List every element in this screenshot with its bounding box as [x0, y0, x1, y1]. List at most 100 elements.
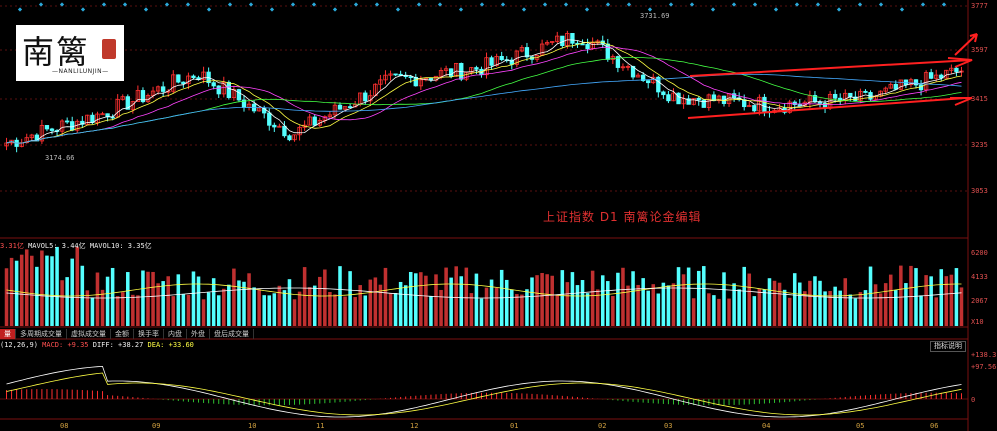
candle-body: [676, 92, 681, 105]
tab-amount[interactable]: 金额: [111, 329, 134, 339]
volume-bar: [924, 275, 928, 326]
volume-bar: [858, 292, 863, 326]
candle-body: [666, 94, 671, 102]
date-tick: 06: [930, 422, 939, 430]
macd-legend: (12,26,9) MACD: +9.35 DIFF: +38.27 DEA: …: [0, 341, 194, 349]
low-annotation: 3174.66: [45, 154, 75, 162]
volume-bar: [414, 273, 418, 326]
date-tick: 03: [664, 422, 673, 430]
volume-bar: [631, 271, 635, 326]
date-tick: 12: [410, 422, 419, 430]
volume-bar: [691, 298, 696, 326]
tab-virtual-volume[interactable]: 虚拟成交量: [67, 329, 111, 339]
volume-bar: [888, 274, 893, 326]
volume-bar: [105, 276, 110, 326]
volume-bar: [570, 272, 575, 326]
signal-marker: [710, 7, 716, 12]
signal-marker: [521, 7, 527, 12]
volume-bar: [585, 293, 590, 326]
candle-body: [49, 128, 55, 131]
tab-after-hours-volume[interactable]: 盘后成交量: [210, 329, 254, 339]
volume-bar: [494, 287, 499, 326]
signal-marker: [332, 7, 338, 12]
price-chart[interactable]: [0, 0, 997, 431]
volume-legend: 3.31亿 MAVOL5: 3.44亿 MAVOL10: 3.35亿: [0, 241, 152, 251]
tab-outer[interactable]: 外盘: [187, 329, 210, 339]
date-tick: 11: [316, 422, 325, 430]
candle-body: [762, 96, 767, 113]
volume-bar: [833, 286, 837, 326]
volume-bar: [560, 270, 565, 326]
moving-average-line: [6, 39, 962, 144]
volume-bar: [515, 294, 519, 326]
tab-inner[interactable]: 内盘: [164, 329, 187, 339]
volume-bar: [722, 272, 726, 326]
vol-tick: X10: [971, 318, 984, 326]
volume-bar: [661, 282, 666, 326]
volume-bar: [636, 284, 640, 326]
signal-marker: [206, 7, 212, 12]
candle-body: [661, 91, 666, 96]
volume-bar: [803, 291, 807, 326]
volume-bar: [606, 281, 610, 326]
volume-bar: [156, 283, 160, 326]
volume-bar: [686, 267, 691, 326]
logo-subtitle: —NANLILUNJIN—: [52, 68, 109, 75]
candle-body: [752, 105, 757, 112]
volume-bar: [287, 279, 292, 326]
signal-marker: [647, 7, 653, 12]
volume-bar: [555, 294, 560, 326]
volume-bar: [90, 297, 95, 326]
volume-bar: [429, 296, 433, 326]
candle-body: [272, 124, 277, 128]
candle-body: [701, 99, 706, 108]
macd-tick: +138.3: [971, 351, 997, 359]
signal-marker: [17, 7, 23, 12]
signal-marker: [584, 7, 590, 12]
volume-bar: [813, 276, 817, 326]
logo-text: 南篱: [22, 33, 91, 71]
macd-diff-line: [6, 365, 962, 418]
volume-bar: [267, 295, 272, 326]
volume-bar: [338, 266, 342, 326]
date-tick: 10: [248, 422, 257, 430]
date-tick: 02: [598, 422, 607, 430]
volume-bar: [30, 255, 34, 326]
vol-tick: 6200: [971, 249, 988, 257]
volume-bar: [777, 282, 782, 326]
volume-bar: [257, 289, 261, 326]
candle-body: [448, 68, 454, 77]
chart-watermark: 上证指数 D1 南篱论金编辑: [543, 210, 702, 224]
candle-body: [646, 80, 651, 84]
signal-marker: [773, 7, 779, 12]
volume-bar: [611, 296, 615, 326]
volume-bar: [767, 278, 772, 326]
volume-bar: [166, 276, 170, 326]
signal-marker: [353, 2, 359, 7]
indicator-help-button[interactable]: 指标说明: [930, 341, 966, 352]
vol-value: 3.31亿: [0, 242, 24, 250]
volume-bar: [110, 267, 115, 326]
volume-bar: [899, 265, 903, 326]
volume-bar: [206, 292, 211, 326]
volume-bar: [853, 298, 858, 326]
candle-body: [408, 76, 413, 79]
volume-bar: [929, 276, 933, 326]
volume-bar: [798, 282, 802, 326]
price-tick: 3235: [971, 141, 988, 149]
signal-marker: [878, 2, 884, 7]
volume-bar: [651, 284, 656, 326]
tab-volume[interactable]: 量: [0, 329, 16, 339]
volume-bar: [676, 267, 681, 326]
candle-body: [413, 76, 418, 87]
volume-bar: [717, 298, 721, 326]
tab-multi-period-volume[interactable]: 多周期成交量: [16, 329, 67, 339]
volume-bar: [727, 298, 731, 326]
candle-body: [474, 67, 479, 70]
volume-bar: [525, 289, 529, 326]
signal-marker: [899, 7, 905, 12]
candle-body: [226, 81, 232, 98]
tab-turnover[interactable]: 换手率: [134, 329, 164, 339]
candle-body: [216, 85, 221, 95]
macd-tick: 0: [971, 396, 976, 404]
